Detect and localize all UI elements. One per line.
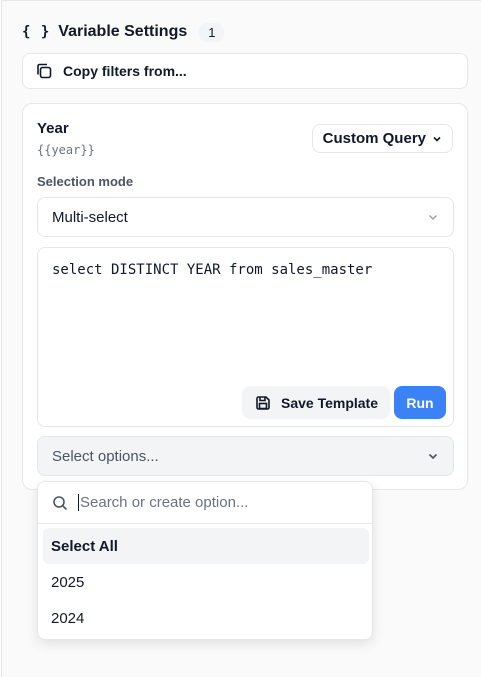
variable-settings-panel: { } Variable Settings 1 Copy filters fro…: [1, 0, 481, 677]
save-template-button[interactable]: Save Template: [242, 386, 391, 419]
panel-header: { } Variable Settings 1: [22, 19, 225, 45]
option-item[interactable]: 2025: [43, 564, 369, 600]
option-search-row: [38, 482, 372, 524]
query-type-label: Custom Query: [322, 130, 426, 147]
option-item[interactable]: 2024: [43, 600, 369, 636]
panel-title: Variable Settings: [58, 23, 188, 40]
count-badge: 1: [199, 22, 225, 42]
options-dropdown-menu: Select All 2025 2024: [37, 481, 373, 640]
search-icon: [52, 495, 68, 511]
select-all-option[interactable]: Select All: [43, 528, 369, 564]
selection-mode-value: Multi-select: [52, 208, 128, 226]
selection-mode-label: Selection mode: [37, 174, 134, 189]
chevron-down-icon: [432, 134, 442, 144]
chevron-down-icon: [427, 211, 439, 223]
braces-icon: { }: [22, 24, 51, 40]
selection-mode-select[interactable]: Multi-select: [37, 197, 454, 237]
save-icon: [254, 394, 272, 412]
sql-editor[interactable]: select DISTINCT YEAR from sales_master S…: [37, 247, 454, 427]
save-template-label: Save Template: [281, 394, 379, 411]
copy-filters-label: Copy filters from...: [63, 63, 187, 79]
chevron-down-icon: [427, 450, 439, 462]
variable-name: Year: [37, 120, 69, 137]
option-search-input[interactable]: [78, 494, 348, 511]
variable-card: Year {{year}} Custom Query Selection mod…: [22, 103, 468, 490]
copy-icon: [35, 62, 53, 80]
run-button[interactable]: Run: [394, 386, 446, 419]
options-placeholder: Select options...: [52, 447, 159, 465]
query-type-dropdown[interactable]: Custom Query: [311, 124, 453, 153]
sql-query-text[interactable]: select DISTINCT YEAR from sales_master: [52, 262, 372, 278]
copy-filters-button[interactable]: Copy filters from...: [22, 53, 468, 89]
variable-token: {{year}}: [37, 143, 95, 157]
options-select[interactable]: Select options...: [37, 436, 454, 476]
